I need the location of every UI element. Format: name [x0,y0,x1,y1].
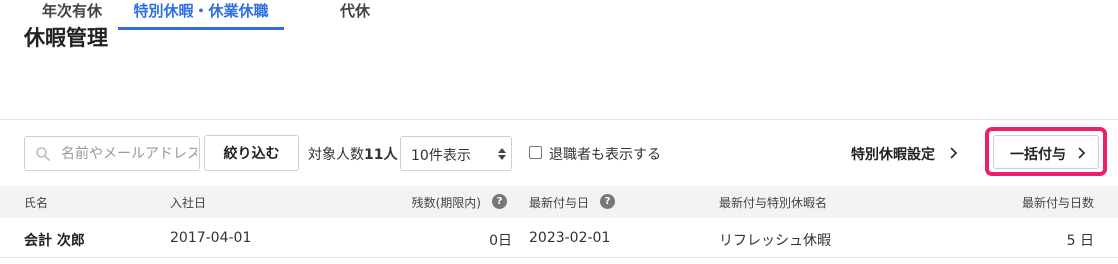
table-header: 氏名 入社日 残数(期限内) ? 最新付与日 ? 最新付与特別休暇名 最新付与日… [0,186,1118,218]
tab-compensatory-leave[interactable]: 代休 [328,0,382,30]
tab-annual-leave[interactable]: 年次有休 [24,0,120,30]
target-count-label: 対象人数 [308,147,364,163]
remaining-days: 0日 [489,233,512,249]
search-field[interactable] [24,136,200,171]
show-retired-checkbox[interactable] [529,146,542,159]
show-retired-label[interactable]: 退職者も表示する [549,144,661,164]
last-grant-leave-name: リフレッシュ休暇 [719,233,831,249]
last-grant-date: 2023-02-01 [529,230,611,246]
help-icon[interactable]: ? [492,194,507,209]
column-header-name: 氏名 [24,196,49,210]
tabs-divider [0,119,1118,120]
page-size-value: 10件表示 [411,148,471,164]
column-header-last-grant-date: 最新付与日 [529,196,590,210]
select-arrows-icon [498,148,506,160]
column-header-remaining: 残数(期限内) [411,196,481,210]
chevron-right-icon[interactable] [948,146,958,160]
help-icon[interactable]: ? [600,194,615,209]
tab-special-leave[interactable]: 特別休暇・休業休職 [118,0,284,30]
last-grant-days: 5 日 [1066,233,1094,249]
page-size-select[interactable]: 10件表示 [400,136,512,171]
joined-date: 2017-04-01 [170,230,252,246]
target-count: 対象人数11人 [308,144,397,164]
search-input[interactable] [61,137,197,170]
bulk-grant-button[interactable]: 一括付与 [993,135,1099,169]
column-header-last-grant-leave-name: 最新付与特別休暇名 [719,196,828,210]
column-header-last-grant-days: 最新付与日数 [1021,196,1094,210]
employee-name[interactable]: 会計 次郎 [24,230,85,250]
table-row[interactable]: 会計 次郎 2017-04-01 0日 2023-02-01 リフレッシュ休暇 … [0,218,1118,258]
chevron-right-icon [1078,147,1086,159]
bulk-grant-label: 一括付与 [1010,147,1066,163]
filter-button[interactable]: 絞り込む [204,135,299,171]
target-count-value: 11人 [364,147,398,163]
column-header-joined: 入社日 [170,196,207,210]
search-icon [36,147,50,161]
special-leave-settings-link[interactable]: 特別休暇設定 [851,144,935,164]
